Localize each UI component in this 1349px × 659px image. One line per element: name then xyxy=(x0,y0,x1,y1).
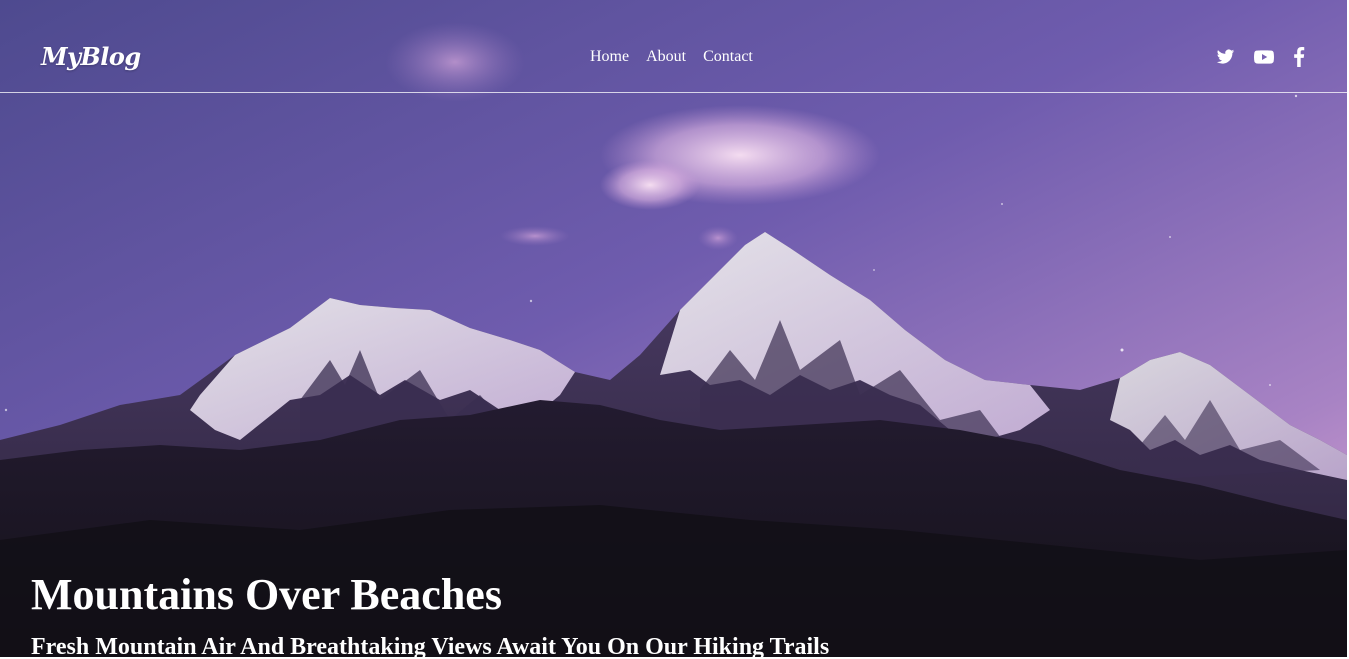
nav-link-about[interactable]: About xyxy=(646,48,686,66)
hero-subtitle: Fresh Mountain Air And Breathtaking View… xyxy=(31,634,830,657)
hero-title: Mountains Over Beaches xyxy=(31,570,502,619)
youtube-icon[interactable] xyxy=(1254,47,1274,67)
twitter-icon[interactable] xyxy=(1216,47,1236,67)
site-logo[interactable]: MyBlog xyxy=(41,42,141,71)
navbar: MyBlog Home About Contact xyxy=(0,0,1347,93)
hero-section: MyBlog Home About Contact Mountains Over… xyxy=(0,0,1347,657)
nav-link-home[interactable]: Home xyxy=(590,48,629,66)
nav-link-contact[interactable]: Contact xyxy=(703,48,753,66)
facebook-icon[interactable] xyxy=(1292,47,1312,67)
mountain-background-image xyxy=(0,0,1347,657)
nav-menu: Home About Contact xyxy=(590,48,770,66)
